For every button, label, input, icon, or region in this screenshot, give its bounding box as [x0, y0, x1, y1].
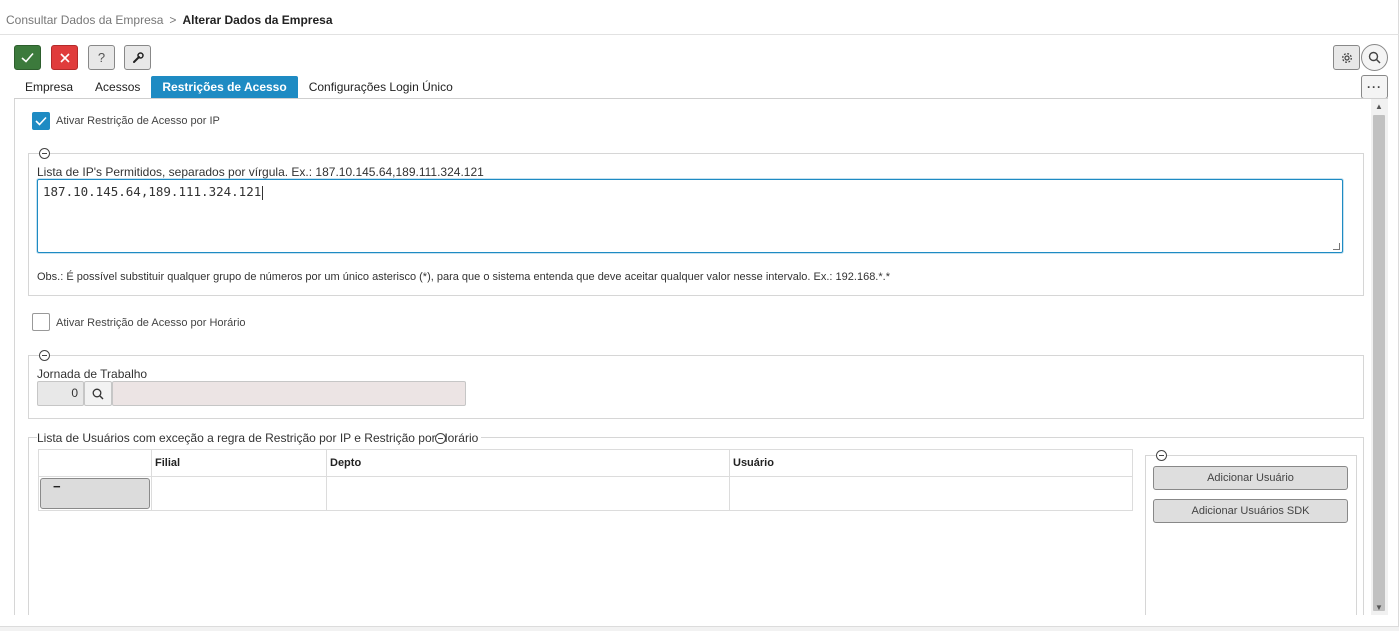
jornada-description-input[interactable] — [112, 381, 466, 406]
ip-restriction-label: Ativar Restrição de Acesso por IP — [56, 115, 220, 127]
time-restriction-label: Ativar Restrição de Acesso por Horário — [56, 317, 246, 329]
table-row: − — [38, 476, 1133, 511]
scrollbar-thumb[interactable] — [1373, 115, 1385, 611]
breadcrumb-separator: > — [169, 13, 177, 27]
settings-button[interactable] — [1333, 45, 1360, 70]
scroll-down-icon[interactable]: ▼ — [1375, 603, 1383, 612]
tab-configuracoes-login-unico[interactable]: Configurações Login Único — [298, 76, 464, 98]
ip-list-label: Lista de IP's Permitidos, separados por … — [37, 165, 484, 179]
column-header-action — [38, 449, 152, 477]
wrench-icon — [132, 51, 144, 63]
table-cell-usuario[interactable] — [729, 476, 1133, 511]
cancel-button[interactable] — [51, 45, 78, 70]
collapse-icon[interactable] — [39, 148, 50, 159]
close-icon — [59, 52, 70, 63]
text-caret — [262, 185, 264, 200]
jornada-label: Jornada de Trabalho — [37, 367, 148, 381]
jornada-lookup-button[interactable] — [84, 381, 112, 406]
help-button[interactable]: ? — [88, 45, 115, 70]
table-header-row: Filial Depto Usuário — [38, 449, 1133, 477]
ip-list-textarea[interactable]: 187.10.145.64,189.111.324.121 — [37, 179, 1343, 253]
tab-restricoes-de-acesso[interactable]: Restrições de Acesso — [151, 76, 298, 98]
column-header-usuario[interactable]: Usuário — [729, 449, 1133, 477]
collapse-icon[interactable] — [39, 350, 50, 361]
column-header-filial[interactable]: Filial — [151, 449, 327, 477]
search-button[interactable] — [1361, 44, 1388, 71]
table-cell-filial[interactable] — [151, 476, 327, 511]
time-restriction-checkbox[interactable] — [32, 313, 50, 331]
gear-icon — [1341, 52, 1352, 63]
add-user-button[interactable]: Adicionar Usuário — [1153, 466, 1348, 490]
search-icon — [92, 388, 104, 399]
table-cell-action: − — [38, 476, 152, 511]
tab-content: Ativar Restrição de Acesso por IP Lista … — [14, 99, 1370, 615]
ip-obs-text: Obs.: É possível substituir qualquer gru… — [37, 271, 890, 283]
collapse-icon[interactable] — [1156, 450, 1167, 461]
collapse-icon[interactable] — [435, 433, 446, 444]
help-icon: ? — [97, 50, 106, 65]
ip-list-text: 187.10.145.64,189.111.324.121 — [43, 184, 262, 199]
jornada-code-input[interactable]: 0 — [37, 381, 84, 406]
tab-acessos[interactable]: Acessos — [84, 76, 151, 98]
table-cell-depto[interactable] — [326, 476, 730, 511]
breadcrumb: Consultar Dados da Empresa > Alterar Dados… — [6, 13, 333, 27]
tab-empresa[interactable]: Empresa — [14, 76, 84, 98]
check-icon — [35, 116, 47, 126]
exceptions-legend: Lista de Usuários com exceção a regra de… — [37, 431, 482, 445]
exceptions-table: Filial Depto Usuário − — [38, 449, 1133, 511]
confirm-button[interactable] — [14, 45, 41, 70]
remove-row-button[interactable]: − — [40, 478, 150, 509]
resize-handle[interactable] — [1333, 243, 1340, 250]
column-header-depto[interactable]: Depto — [326, 449, 730, 477]
app-window: Consultar Dados da Empresa > Alterar Dados… — [0, 0, 1399, 627]
breadcrumb-current: Alterar Dados da Empresa — [182, 13, 333, 27]
ip-list-value: 187.10.145.64,189.111.324.121 — [43, 184, 264, 200]
vertical-scrollbar[interactable]: ▲ ▼ — [1371, 99, 1388, 615]
ip-restriction-checkbox[interactable] — [32, 112, 50, 130]
add-sdk-users-button[interactable]: Adicionar Usuários SDK — [1153, 499, 1348, 523]
scroll-up-icon[interactable]: ▲ — [1375, 102, 1383, 111]
more-options-button[interactable]: ··· — [1361, 75, 1388, 99]
breadcrumb-parent[interactable]: Consultar Dados da Empresa — [6, 13, 163, 27]
tools-button[interactable] — [124, 45, 151, 70]
tab-bar: Empresa Acessos Restrições de Acesso Con… — [14, 76, 464, 98]
header-divider — [0, 34, 1399, 35]
check-icon — [21, 52, 34, 63]
search-icon — [1368, 51, 1381, 64]
